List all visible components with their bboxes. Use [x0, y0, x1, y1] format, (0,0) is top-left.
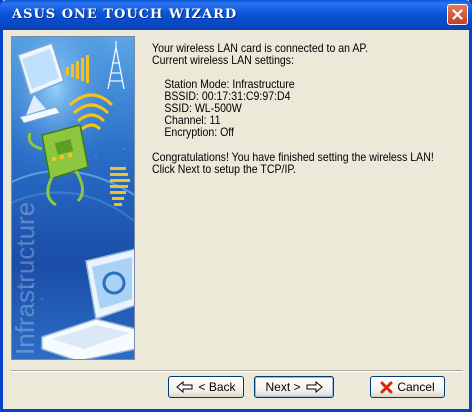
congrats-line-2: Click Next to setup the TCP/IP. — [152, 162, 297, 176]
red-x-icon — [380, 381, 393, 393]
back-button-label: < Back — [198, 380, 236, 394]
intro-line-2: Current wireless LAN settings: — [152, 53, 295, 67]
next-button[interactable]: Next > — [254, 376, 334, 398]
button-divider — [11, 370, 463, 372]
back-button[interactable]: < Back — [168, 376, 244, 398]
wizard-message: Your wireless LAN card is connected to a… — [152, 42, 434, 176]
cancel-button-label: Cancel — [397, 380, 435, 394]
setting-encryption: Encryption: Off — [164, 125, 234, 139]
close-button[interactable] — [447, 4, 468, 25]
wizard-window: ASUS ONE TOUCH WIZARD Infrastructure You… — [0, 0, 472, 412]
arrow-right-icon — [306, 381, 323, 393]
side-illustration: Infrastructure — [11, 36, 135, 360]
side-watermark: Infrastructure — [12, 202, 40, 355]
close-icon — [452, 9, 463, 20]
window-title: ASUS ONE TOUCH WIZARD — [12, 7, 238, 22]
title-bar[interactable]: ASUS ONE TOUCH WIZARD — [0, 0, 472, 30]
next-button-label: Next > — [265, 380, 301, 394]
cancel-button[interactable]: Cancel — [370, 376, 445, 398]
arrow-left-icon — [176, 381, 193, 393]
